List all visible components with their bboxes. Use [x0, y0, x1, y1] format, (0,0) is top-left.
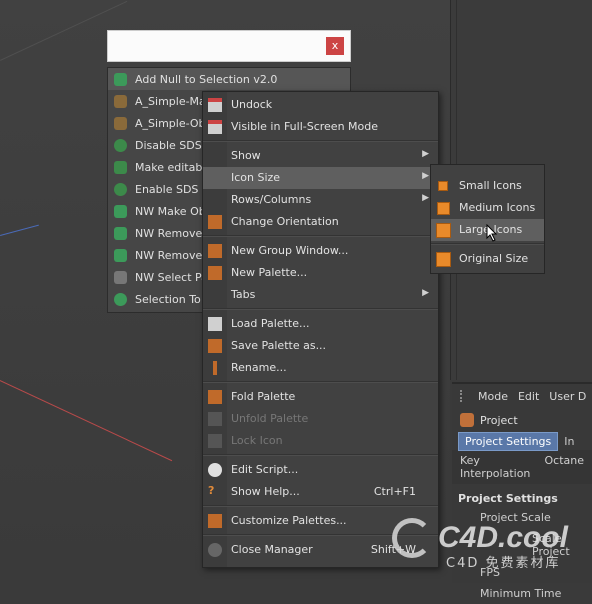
menu-item-lock-icon[interactable]: Lock Icon	[203, 430, 438, 452]
watermark-text: C4D.cool	[438, 521, 569, 554]
close-icon[interactable]: x	[326, 37, 344, 55]
menu-edit[interactable]: Edit	[518, 390, 539, 403]
customize-icon	[208, 514, 222, 528]
folder-icon	[208, 317, 222, 331]
editable-icon	[114, 160, 127, 174]
tab-info[interactable]: In	[564, 435, 574, 448]
fold-icon	[208, 390, 222, 404]
section-heading: Project Settings	[458, 492, 558, 505]
submenu-item-medium-icons[interactable]: Medium Icons	[431, 197, 544, 219]
menu-separator	[203, 140, 438, 142]
menu-separator	[431, 243, 544, 245]
tab-octane[interactable]: Octane	[545, 454, 585, 480]
menu-item-load-palette[interactable]: Load Palette...	[203, 313, 438, 335]
menu-item-fold-palette[interactable]: Fold Palette	[203, 386, 438, 408]
submenu-arrow-icon: ▶	[422, 149, 429, 159]
attributes-subtabs: Key Interpolation Octane	[452, 450, 592, 484]
medium-icons-icon	[437, 202, 450, 215]
menu-mode[interactable]: Mode	[478, 390, 508, 403]
menu-user-data[interactable]: User D	[549, 390, 586, 403]
project-gear-icon	[460, 413, 474, 427]
menu-item-rename[interactable]: Rename...	[203, 357, 438, 379]
menu-item-show[interactable]: Show ▶	[203, 145, 438, 167]
submenu-item-small-icons[interactable]: Small Icons	[431, 175, 544, 197]
axis-line	[0, 380, 173, 462]
menu-item-unfold-palette[interactable]: Unfold Palette	[203, 408, 438, 430]
select-icon	[114, 270, 127, 284]
menu-item-tabs[interactable]: Tabs ▶	[203, 284, 438, 306]
menu-item-new-group-window[interactable]: New Group Window...	[203, 240, 438, 262]
attributes-title: Project	[452, 408, 592, 432]
small-icons-icon	[438, 181, 448, 191]
script-icon	[114, 116, 127, 130]
menu-separator	[203, 505, 438, 507]
cube-icon	[114, 248, 127, 262]
rename-icon	[213, 361, 217, 375]
cube-icon	[114, 292, 127, 306]
menu-item-rows-columns[interactable]: Rows/Columns ▶	[203, 189, 438, 211]
save-icon	[208, 339, 222, 353]
cube-icon	[114, 204, 127, 218]
tab-project-settings[interactable]: Project Settings	[458, 431, 559, 451]
attributes-tabs: Project Settings In	[452, 431, 592, 451]
menu-separator	[203, 235, 438, 237]
fullscreen-icon	[208, 120, 222, 134]
close-circle-icon	[208, 543, 222, 557]
cube-icon	[114, 226, 127, 240]
tab-key-interpolation[interactable]: Key Interpolation	[460, 454, 535, 480]
help-icon: ?	[208, 484, 215, 497]
menu-item-icon-size[interactable]: Icon Size ▶	[203, 167, 438, 189]
menu-separator	[203, 454, 438, 456]
attributes-menubar: Mode Edit User D	[452, 384, 592, 408]
axis-line	[0, 224, 39, 236]
orientation-icon	[208, 215, 222, 229]
submenu-arrow-icon: ▶	[422, 288, 429, 298]
undock-icon	[208, 98, 222, 112]
original-size-icon	[436, 252, 451, 267]
script-edit-icon	[208, 463, 222, 477]
menu-item-fullscreen[interactable]: Visible in Full-Screen Mode	[203, 116, 438, 138]
menu-item-show-help[interactable]: ? Show Help... Ctrl+F1	[203, 481, 438, 503]
context-menu: Undock Visible in Full-Screen Mode Show …	[202, 91, 439, 568]
mouse-cursor-icon	[486, 224, 498, 242]
sds-icon	[114, 182, 127, 196]
palette-item[interactable]: Add Null to Selection v2.0	[108, 68, 350, 90]
new-window-icon	[208, 244, 222, 258]
palette-titlebar[interactable]: x	[107, 30, 351, 62]
submenu-arrow-icon: ▶	[422, 171, 429, 181]
grip-icon[interactable]	[460, 390, 468, 402]
project-title: Project	[480, 413, 518, 427]
menu-separator	[203, 381, 438, 383]
watermark-subtext: C4D 免费素材库	[446, 556, 561, 571]
sds-icon	[114, 138, 127, 152]
large-icons-icon	[436, 223, 451, 238]
menu-item-save-palette[interactable]: Save Palette as...	[203, 335, 438, 357]
icon-size-submenu: Small Icons Medium Icons Large Icons Ori…	[430, 164, 545, 274]
script-icon	[114, 94, 127, 108]
unfold-icon	[208, 412, 222, 426]
menu-separator	[203, 308, 438, 310]
submenu-arrow-icon: ▶	[422, 193, 429, 203]
field-minimum-time: Minimum Time	[480, 587, 562, 600]
menu-item-change-orientation[interactable]: Change Orientation	[203, 211, 438, 233]
new-palette-icon	[208, 266, 222, 280]
menu-item-undock[interactable]: Undock	[203, 94, 438, 116]
lock-icon	[208, 434, 222, 448]
watermark-logo-icon	[392, 518, 432, 558]
menu-item-new-palette[interactable]: New Palette...	[203, 262, 438, 284]
menu-item-edit-script[interactable]: Edit Script...	[203, 459, 438, 481]
submenu-item-original-size[interactable]: Original Size	[431, 248, 544, 270]
cube-icon	[114, 72, 127, 86]
